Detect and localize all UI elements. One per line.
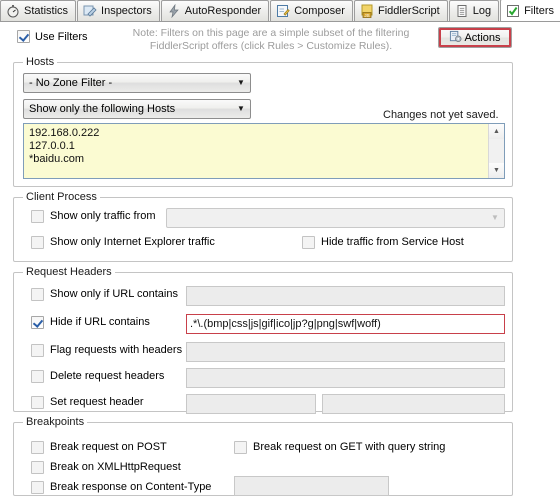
hide-service-host-label: Hide traffic from Service Host: [321, 236, 464, 248]
use-filters-checkbox[interactable]: [17, 30, 30, 43]
save-status-text: Changes not yet saved.: [383, 109, 499, 121]
delete-request-headers-row[interactable]: Delete request headers: [31, 370, 164, 383]
tab-inspectors-label: Inspectors: [101, 5, 152, 17]
break-on-xmlhttprequest-checkbox[interactable]: [31, 461, 44, 474]
set-request-header-row[interactable]: Set request header: [31, 396, 144, 409]
break-request-on-post-checkbox[interactable]: [31, 441, 44, 454]
tab-autoresponder-label: AutoResponder: [184, 5, 262, 17]
use-filters-row[interactable]: Use Filters: [17, 30, 88, 43]
hide-if-url-contains-input[interactable]: .*\.(bmp|css|js|gif|ico|jp?g|png|swf|wof…: [186, 314, 505, 334]
break-request-on-get-label: Break request on GET with query string: [253, 441, 446, 453]
chevron-down-icon: ▼: [237, 104, 245, 113]
break-on-xmlhttprequest-row[interactable]: Break on XMLHttpRequest: [31, 461, 181, 474]
set-request-header-name-input[interactable]: [186, 394, 316, 414]
delete-request-headers-checkbox[interactable]: [31, 370, 44, 383]
zone-filter-dropdown[interactable]: - No Zone Filter - ▼: [23, 73, 251, 93]
chevron-down-icon: ▼: [237, 78, 245, 87]
client-process-dropdown[interactable]: ▼: [166, 208, 505, 228]
break-request-on-get-row[interactable]: Break request on GET with query string: [234, 441, 445, 454]
use-filters-label: Use Filters: [35, 30, 88, 43]
tab-filters[interactable]: Filters: [500, 0, 560, 21]
actions-button-label: Actions: [464, 31, 501, 44]
show-only-if-url-contains-checkbox[interactable]: [31, 288, 44, 301]
triangle-down-icon[interactable]: ▼: [489, 163, 504, 178]
set-request-header-checkbox[interactable]: [31, 396, 44, 409]
svg-text:JS: JS: [364, 13, 369, 18]
hosts-group-legend: Hosts: [23, 56, 58, 68]
request-headers-group: Request Headers Show only if URL contain…: [13, 266, 513, 414]
client-process-group: Client Process Show only traffic from ▼ …: [13, 191, 513, 262]
hide-if-url-contains-row[interactable]: Hide if URL contains: [31, 316, 150, 329]
filters-note-line1: Note: Filters on this page are a simple …: [132, 27, 410, 39]
tab-fiddlerscript[interactable]: JS FiddlerScript: [353, 0, 448, 21]
client-process-legend: Client Process: [23, 191, 100, 203]
tab-log[interactable]: Log: [448, 0, 500, 21]
break-response-on-content-type-row[interactable]: Break response on Content-Type: [31, 481, 211, 494]
show-only-ie-row[interactable]: Show only Internet Explorer traffic: [31, 236, 215, 249]
show-only-if-url-contains-input[interactable]: [186, 286, 505, 306]
host-mode-dropdown[interactable]: Show only the following Hosts ▼: [23, 99, 251, 119]
tab-log-label: Log: [472, 5, 492, 17]
show-only-if-url-contains-row[interactable]: Show only if URL contains: [31, 288, 178, 301]
set-request-header-value-input[interactable]: [322, 394, 505, 414]
flag-requests-with-headers-row[interactable]: Flag requests with headers: [31, 344, 182, 357]
break-response-content-type-input[interactable]: [234, 476, 389, 496]
inspector-icon: [83, 4, 97, 18]
break-response-on-content-type-label: Break response on Content-Type: [50, 481, 212, 493]
document-icon: [455, 4, 469, 18]
host-list-scrollbar[interactable]: ▲ ▼: [488, 124, 504, 178]
tab-fiddlerscript-label: FiddlerScript: [377, 5, 440, 17]
chevron-down-icon: ▼: [491, 213, 499, 222]
lightning-icon: [167, 3, 181, 19]
stopwatch-icon: [6, 4, 20, 18]
break-response-on-content-type-checkbox[interactable]: [31, 481, 44, 494]
hosts-group: Hosts - No Zone Filter - ▼ Show only the…: [13, 56, 513, 187]
flag-requests-with-headers-checkbox[interactable]: [31, 344, 44, 357]
show-only-if-url-contains-label: Show only if URL contains: [50, 288, 178, 300]
tab-autoresponder[interactable]: AutoResponder: [160, 0, 270, 21]
flag-requests-with-headers-label: Flag requests with headers: [50, 344, 183, 356]
zone-filter-value: - No Zone Filter -: [29, 77, 113, 89]
tab-statistics[interactable]: Statistics: [0, 0, 77, 21]
show-only-traffic-from-row[interactable]: Show only traffic from: [31, 210, 156, 223]
filters-note: Note: Filters on this page are a simple …: [112, 27, 430, 53]
host-list-value: 192.168.0.222 127.0.0.1 *baidu.com: [29, 127, 100, 165]
filters-note-line2: FiddlerScript offers (click Rules > Cust…: [149, 40, 393, 52]
flag-requests-with-headers-input[interactable]: [186, 342, 505, 362]
breakpoints-legend: Breakpoints: [23, 416, 88, 428]
show-only-traffic-from-checkbox[interactable]: [31, 210, 44, 223]
break-request-on-get-checkbox[interactable]: [234, 441, 247, 454]
host-mode-value: Show only the following Hosts: [29, 103, 176, 115]
tab-filters-label: Filters: [524, 4, 555, 17]
set-request-header-label: Set request header: [50, 396, 144, 408]
host-list-textarea[interactable]: 192.168.0.222 127.0.0.1 *baidu.com ▲ ▼: [23, 123, 505, 179]
show-only-traffic-from-label: Show only traffic from: [50, 210, 156, 222]
delete-request-headers-label: Delete request headers: [50, 370, 165, 382]
tab-composer-label: Composer: [294, 5, 345, 17]
break-on-xmlhttprequest-label: Break on XMLHttpRequest: [50, 461, 181, 473]
show-only-ie-label: Show only Internet Explorer traffic: [50, 236, 215, 248]
tab-statistics-label: Statistics: [24, 5, 69, 17]
actions-button[interactable]: Actions: [438, 27, 512, 48]
tab-inspectors[interactable]: Inspectors: [77, 0, 160, 21]
break-request-on-post-label: Break request on POST: [50, 441, 167, 453]
hide-service-host-row[interactable]: Hide traffic from Service Host: [302, 236, 464, 249]
hide-if-url-contains-checkbox[interactable]: [31, 316, 44, 329]
tab-composer[interactable]: Composer: [270, 0, 353, 21]
notepad-pencil-icon: [276, 4, 290, 18]
break-request-on-post-row[interactable]: Break request on POST: [31, 441, 167, 454]
hide-service-host-checkbox[interactable]: [302, 236, 315, 249]
breakpoints-group: Breakpoints Break request on POST Break …: [13, 416, 513, 496]
actions-gear-icon: [449, 30, 462, 46]
request-headers-legend: Request Headers: [23, 266, 115, 278]
green-check-icon: [506, 4, 520, 18]
show-only-ie-checkbox[interactable]: [31, 236, 44, 249]
tab-strip: Statistics Inspectors AutoResponder Comp…: [0, 0, 560, 22]
js-script-icon: JS: [360, 4, 374, 18]
hide-if-url-contains-label: Hide if URL contains: [50, 316, 150, 328]
delete-request-headers-input[interactable]: [186, 368, 505, 388]
triangle-up-icon[interactable]: ▲: [489, 124, 504, 139]
